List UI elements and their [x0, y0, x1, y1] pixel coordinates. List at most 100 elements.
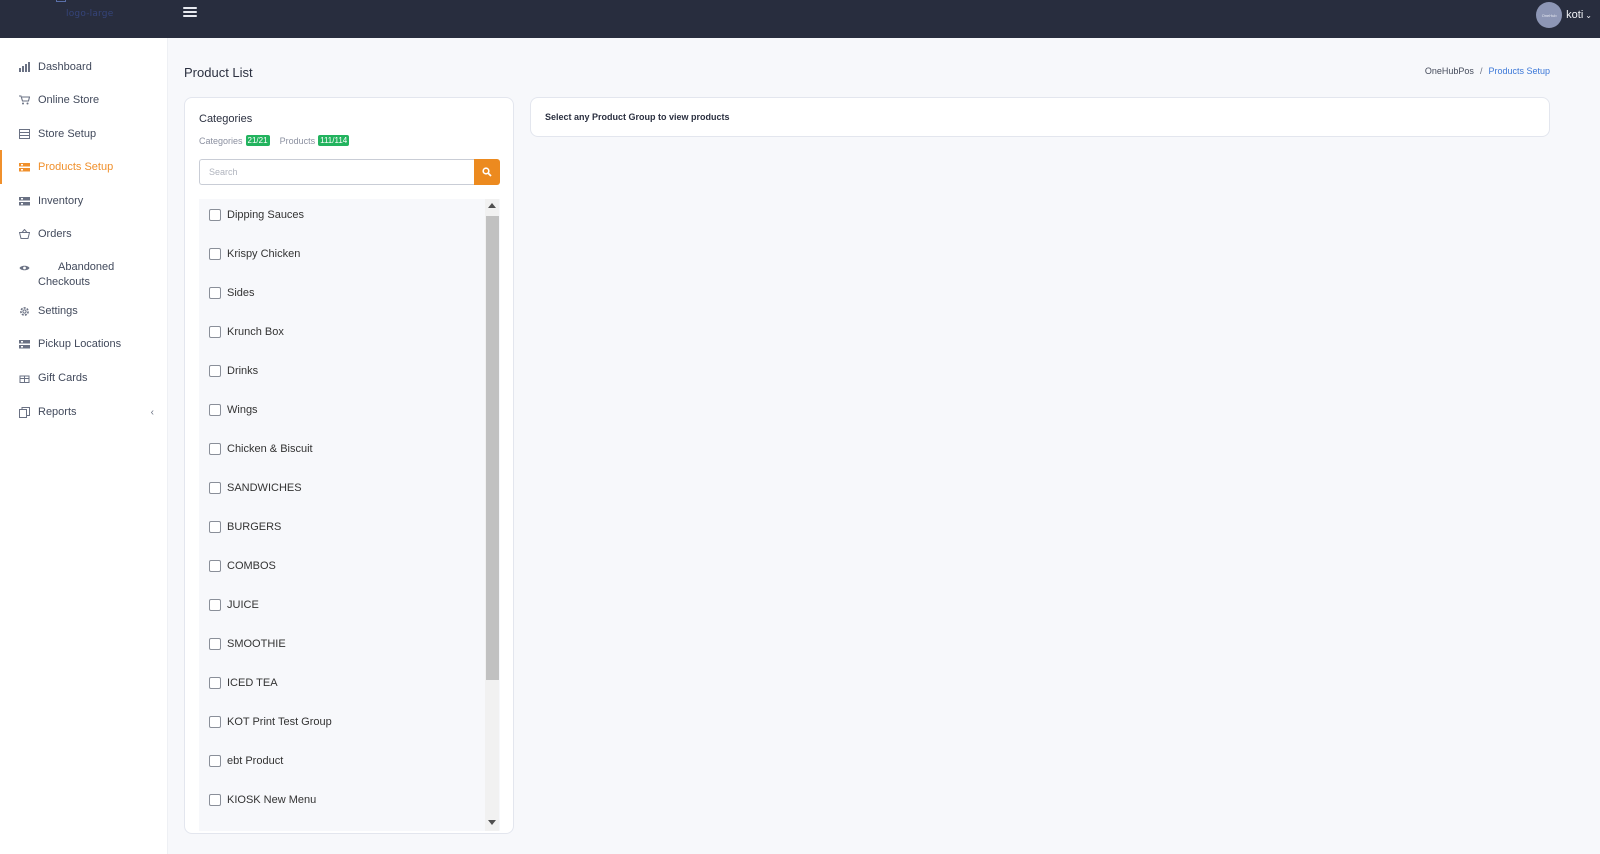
sidebar-item-label: Inventory — [38, 195, 84, 207]
checkbox[interactable] — [209, 638, 221, 650]
category-label: JUICE — [227, 599, 259, 611]
sidebar-item-label: Abandoned Checkouts — [38, 261, 115, 288]
sidebar-item-gift-cards[interactable]: Gift Cards — [0, 366, 168, 390]
sidebar-item-online-store[interactable]: Online Store — [0, 88, 168, 112]
category-list[interactable]: Dipping Sauces Krispy Chicken Sides Krun… — [199, 199, 500, 831]
checkbox[interactable] — [209, 794, 221, 806]
category-item[interactable]: SMOOTHIE — [209, 636, 286, 652]
category-label: Dipping Sauces — [227, 209, 305, 221]
search-input[interactable] — [199, 159, 474, 185]
category-label: COMBOS — [227, 560, 276, 572]
products-empty-message: Select any Product Group to view product… — [545, 112, 730, 122]
category-item[interactable]: KIOSK New Menu — [209, 792, 316, 808]
menu-toggle-icon[interactable] — [183, 5, 197, 19]
category-item[interactable]: Krispy Chicken — [209, 246, 300, 262]
checkbox[interactable] — [209, 482, 221, 494]
categories-count-label: Categories — [199, 135, 243, 146]
checkbox[interactable] — [209, 599, 221, 611]
sidebar-item-pickup-locations[interactable]: Pickup Locations — [0, 332, 168, 356]
category-item[interactable]: JUICE — [209, 597, 259, 613]
checkbox[interactable] — [209, 560, 221, 572]
checkbox[interactable] — [209, 326, 221, 338]
user-menu[interactable]: OneHub koti ⌄ — [1536, 2, 1592, 28]
category-label: SMOOTHIE — [227, 638, 286, 650]
sidebar-item-orders[interactable]: Orders — [0, 222, 168, 246]
location-icon — [18, 338, 30, 350]
breadcrumb-root[interactable]: OneHubPos — [1425, 66, 1474, 76]
category-item[interactable]: ICED TEA — [209, 675, 278, 691]
category-item[interactable]: Drinks — [209, 363, 258, 379]
category-item[interactable]: Chicken & Biscuit — [209, 441, 313, 457]
logo-mark — [56, 0, 66, 2]
scroll-up-arrow-icon[interactable] — [488, 203, 496, 208]
breadcrumb-current: Products Setup — [1488, 66, 1550, 76]
checkbox[interactable] — [209, 209, 221, 221]
sidebar-item-label: Online Store — [38, 94, 100, 106]
category-item[interactable]: COMBOS — [209, 558, 276, 574]
sidebar-item-label: Products Setup — [38, 161, 114, 173]
category-label: Drinks — [227, 365, 259, 377]
sidebar-item-label: Dashboard — [38, 61, 92, 73]
gear-icon — [18, 305, 30, 317]
sidebar-item-label: Orders — [38, 228, 72, 240]
category-item[interactable]: Krunch Box — [209, 324, 284, 340]
checkbox[interactable] — [209, 443, 221, 455]
scrollbar[interactable] — [485, 199, 499, 831]
sidebar-item-label: Store Setup — [38, 128, 97, 140]
category-label: KIOSK New Menu — [227, 794, 317, 806]
category-item[interactable]: BURGERS — [209, 519, 281, 535]
search-bar — [199, 159, 500, 185]
products-count-badge: 111/114 — [318, 135, 350, 146]
category-item[interactable]: SANDWICHES — [209, 480, 302, 496]
category-item[interactable]: Sides — [209, 285, 255, 301]
checkbox[interactable] — [209, 287, 221, 299]
checkbox[interactable] — [209, 404, 221, 416]
sidebar-item-products-setup[interactable]: Products Setup — [0, 150, 168, 184]
products-icon — [18, 161, 30, 173]
categories-panel: Categories Categories 21/21 Products 111… — [184, 97, 514, 834]
search-button[interactable] — [474, 159, 500, 185]
sidebar-item-label: Pickup Locations — [38, 338, 122, 350]
sidebar-item-reports[interactable]: Reports ‹ — [0, 400, 168, 424]
category-label: Krispy Chicken — [227, 248, 301, 260]
sidebar-item-dashboard[interactable]: Dashboard — [0, 55, 168, 79]
category-item[interactable]: ebt Product — [209, 753, 283, 769]
sidebar-item-store-setup[interactable]: Store Setup — [0, 122, 168, 146]
category-label: ebt Product — [227, 755, 284, 767]
checkbox[interactable] — [209, 755, 221, 767]
checkbox[interactable] — [209, 248, 221, 260]
basket-icon — [18, 228, 30, 240]
category-label: BURGERS — [227, 521, 282, 533]
checkbox[interactable] — [209, 521, 221, 533]
sidebar-item-label: Settings — [38, 305, 78, 317]
scrollbar-thumb[interactable] — [486, 216, 499, 680]
sidebar-item-label: Reports — [38, 406, 77, 418]
search-icon — [482, 167, 492, 177]
page-title: Product List — [184, 65, 253, 80]
logo-text: logo-large — [66, 9, 114, 19]
sidebar-item-abandoned-checkouts[interactable]: Abandoned Checkouts — [0, 260, 168, 296]
category-item[interactable]: Dipping Sauces — [209, 207, 304, 223]
category-label: KOT Print Test Group — [227, 716, 332, 728]
logo[interactable]: logo-large — [38, 0, 128, 22]
sidebar-item-settings[interactable]: Settings — [0, 299, 168, 323]
avatar[interactable]: OneHub — [1536, 2, 1563, 28]
category-item[interactable]: KOT Print Test Group — [209, 714, 332, 730]
checkbox[interactable] — [209, 677, 221, 689]
checkbox[interactable] — [209, 365, 221, 377]
breadcrumb-separator: / — [1479, 66, 1483, 76]
sidebar-item-inventory[interactable]: Inventory — [0, 189, 168, 213]
store-icon — [18, 128, 30, 140]
checkbox[interactable] — [209, 716, 221, 728]
gift-icon — [18, 372, 30, 384]
category-item[interactable]: Wings — [209, 402, 258, 418]
bar-chart-icon — [18, 61, 30, 73]
products-panel: Select any Product Group to view product… — [530, 97, 1550, 137]
category-label: Sides — [227, 287, 255, 299]
cart-icon — [18, 94, 30, 106]
scroll-down-arrow-icon[interactable] — [488, 820, 496, 825]
chevron-left-icon[interactable]: ‹ — [151, 407, 154, 418]
user-name[interactable]: koti — [1566, 9, 1583, 21]
categories-count-badge: 21/21 — [245, 135, 270, 146]
chevron-down-icon[interactable]: ⌄ — [1585, 11, 1592, 20]
